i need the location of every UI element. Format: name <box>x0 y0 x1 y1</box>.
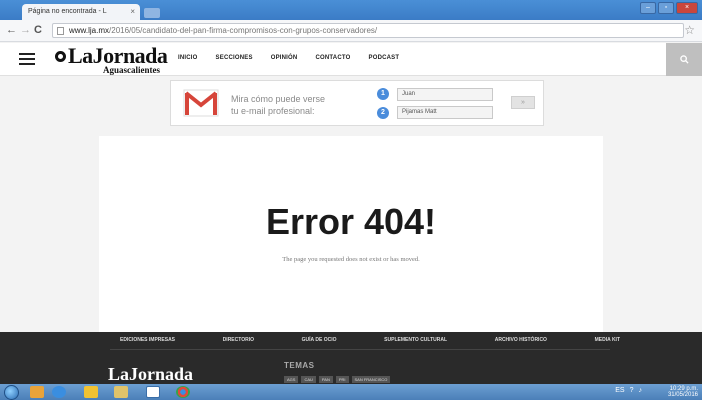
url-input[interactable]: www.lja.mx/2016/05/candidato-del-pan-fir… <box>52 23 684 38</box>
footer-link-media-kit[interactable]: MEDIA KIT <box>595 337 620 343</box>
help-icon[interactable]: ? <box>630 387 634 394</box>
footer-logo[interactable]: LaJornada <box>108 364 193 385</box>
error-message: The page you requested does not exist or… <box>282 256 420 263</box>
ad-go-button[interactable]: » <box>511 96 535 109</box>
gmail-logo-icon <box>183 89 219 117</box>
new-tab-button[interactable] <box>144 8 160 18</box>
ad-name-field[interactable]: Juan <box>397 88 493 101</box>
page-icon <box>57 27 64 35</box>
nav-item-secciones[interactable]: SECCIONES <box>216 55 253 61</box>
clock[interactable]: 10:29 p.m. 31/05/2016 <box>668 386 698 398</box>
bookmark-star-icon[interactable]: ☆ <box>684 23 695 37</box>
tag-item[interactable]: SAN FRANCISCO <box>351 376 391 383</box>
footer-link-directorio[interactable]: DIRECTORIO <box>223 337 254 343</box>
tag-item[interactable]: AGS <box>284 376 299 383</box>
browser-titlebar: Página no encontrada - L × – ▫ × <box>0 0 702 20</box>
tag-item[interactable]: PAN <box>318 376 333 383</box>
start-button-icon[interactable] <box>4 385 19 400</box>
reload-button[interactable]: C <box>34 24 42 36</box>
footer-link-archivo[interactable]: ARCHIVO HISTÓRICO <box>495 337 547 343</box>
ad-step-1-badge: 1 <box>377 88 389 100</box>
ad-text: Mira cómo puede verse tu e-mail profesio… <box>231 93 325 117</box>
nav-item-contacto[interactable]: CONTACTO <box>315 55 350 61</box>
footer-temas-heading: TEMAS <box>284 361 315 370</box>
tab-title: Página no encontrada - L <box>28 8 107 15</box>
calendar-icon[interactable] <box>146 386 160 398</box>
address-toolbar: ← → C www.lja.mx/2016/05/candidato-del-p… <box>0 20 702 42</box>
maximize-button[interactable]: ▫ <box>658 2 674 14</box>
logo-subtitle: Aguascalientes <box>103 65 160 75</box>
minimize-button[interactable]: – <box>640 2 656 14</box>
ad-line-2: tu e-mail profesional: <box>231 106 315 116</box>
tab-close-icon[interactable]: × <box>130 7 135 16</box>
ad-banner[interactable]: Mira cómo puede verse tu e-mail profesio… <box>170 80 544 126</box>
folder-icon[interactable] <box>84 386 98 398</box>
os-taskbar: ES ? ♪ 10:29 p.m. 31/05/2016 <box>0 384 702 400</box>
window-controls: – ▫ × <box>640 2 698 14</box>
logo-circle-icon <box>55 51 66 62</box>
close-window-button[interactable]: × <box>676 2 698 14</box>
chrome-icon[interactable] <box>176 386 190 398</box>
nav-item-podcast[interactable]: PODCAST <box>369 55 400 61</box>
language-indicator[interactable]: ES <box>615 387 624 394</box>
footer-tags: AGS CAU PAN PRI SAN FRANCISCO <box>284 376 391 383</box>
footer-link-suplemento[interactable]: SUPLEMENTO CULTURAL <box>384 337 447 343</box>
main-nav: INICIO SECCIONES OPINIÓN CONTACTO PODCAS… <box>178 55 399 61</box>
search-icon <box>679 55 689 64</box>
media-player-icon[interactable] <box>30 386 44 398</box>
clock-date: 31/05/2016 <box>667 392 698 398</box>
error-panel: Error 404! The page you requested does n… <box>99 136 603 332</box>
site-header: LaJornada Aguascalientes INICIO SECCIONE… <box>0 43 702 76</box>
ad-domain-field[interactable]: Pijamas Matt <box>397 106 493 119</box>
footer-divider <box>110 349 610 350</box>
footer-link-guia[interactable]: GUÍA DE OCIO <box>302 337 337 343</box>
menu-icon[interactable] <box>19 53 35 65</box>
ad-step-2-badge: 2 <box>377 107 389 119</box>
tag-item[interactable]: PRI <box>335 376 349 383</box>
system-tray: ES ? ♪ <box>615 387 642 394</box>
site-logo[interactable]: LaJornada Aguascalientes <box>55 45 168 75</box>
back-button[interactable]: ← <box>6 24 17 36</box>
footer-link-ediciones[interactable]: EDICIONES IMPRESAS <box>120 337 175 343</box>
search-button[interactable] <box>666 43 702 76</box>
ad-line-1: Mira cómo puede verse <box>231 94 326 104</box>
nav-item-opinion[interactable]: OPINIÓN <box>271 55 298 61</box>
forward-button[interactable]: → <box>20 24 31 36</box>
error-title: Error 404! <box>265 201 437 242</box>
nav-item-inicio[interactable]: INICIO <box>178 55 198 61</box>
browser-tab[interactable]: Página no encontrada - L × <box>22 4 140 20</box>
site-footer: EDICIONES IMPRESAS DIRECTORIO GUÍA DE OC… <box>0 332 702 384</box>
tag-item[interactable]: CAU <box>301 376 316 383</box>
url-path: /2016/05/candidato-del-pan-firma-comprom… <box>109 26 378 35</box>
footer-nav: EDICIONES IMPRESAS DIRECTORIO GUÍA DE OC… <box>120 337 620 343</box>
volume-icon[interactable]: ♪ <box>639 387 643 394</box>
url-domain: www.lja.mx <box>69 26 110 35</box>
internet-explorer-icon[interactable] <box>52 386 66 398</box>
file-explorer-icon[interactable] <box>114 386 128 398</box>
